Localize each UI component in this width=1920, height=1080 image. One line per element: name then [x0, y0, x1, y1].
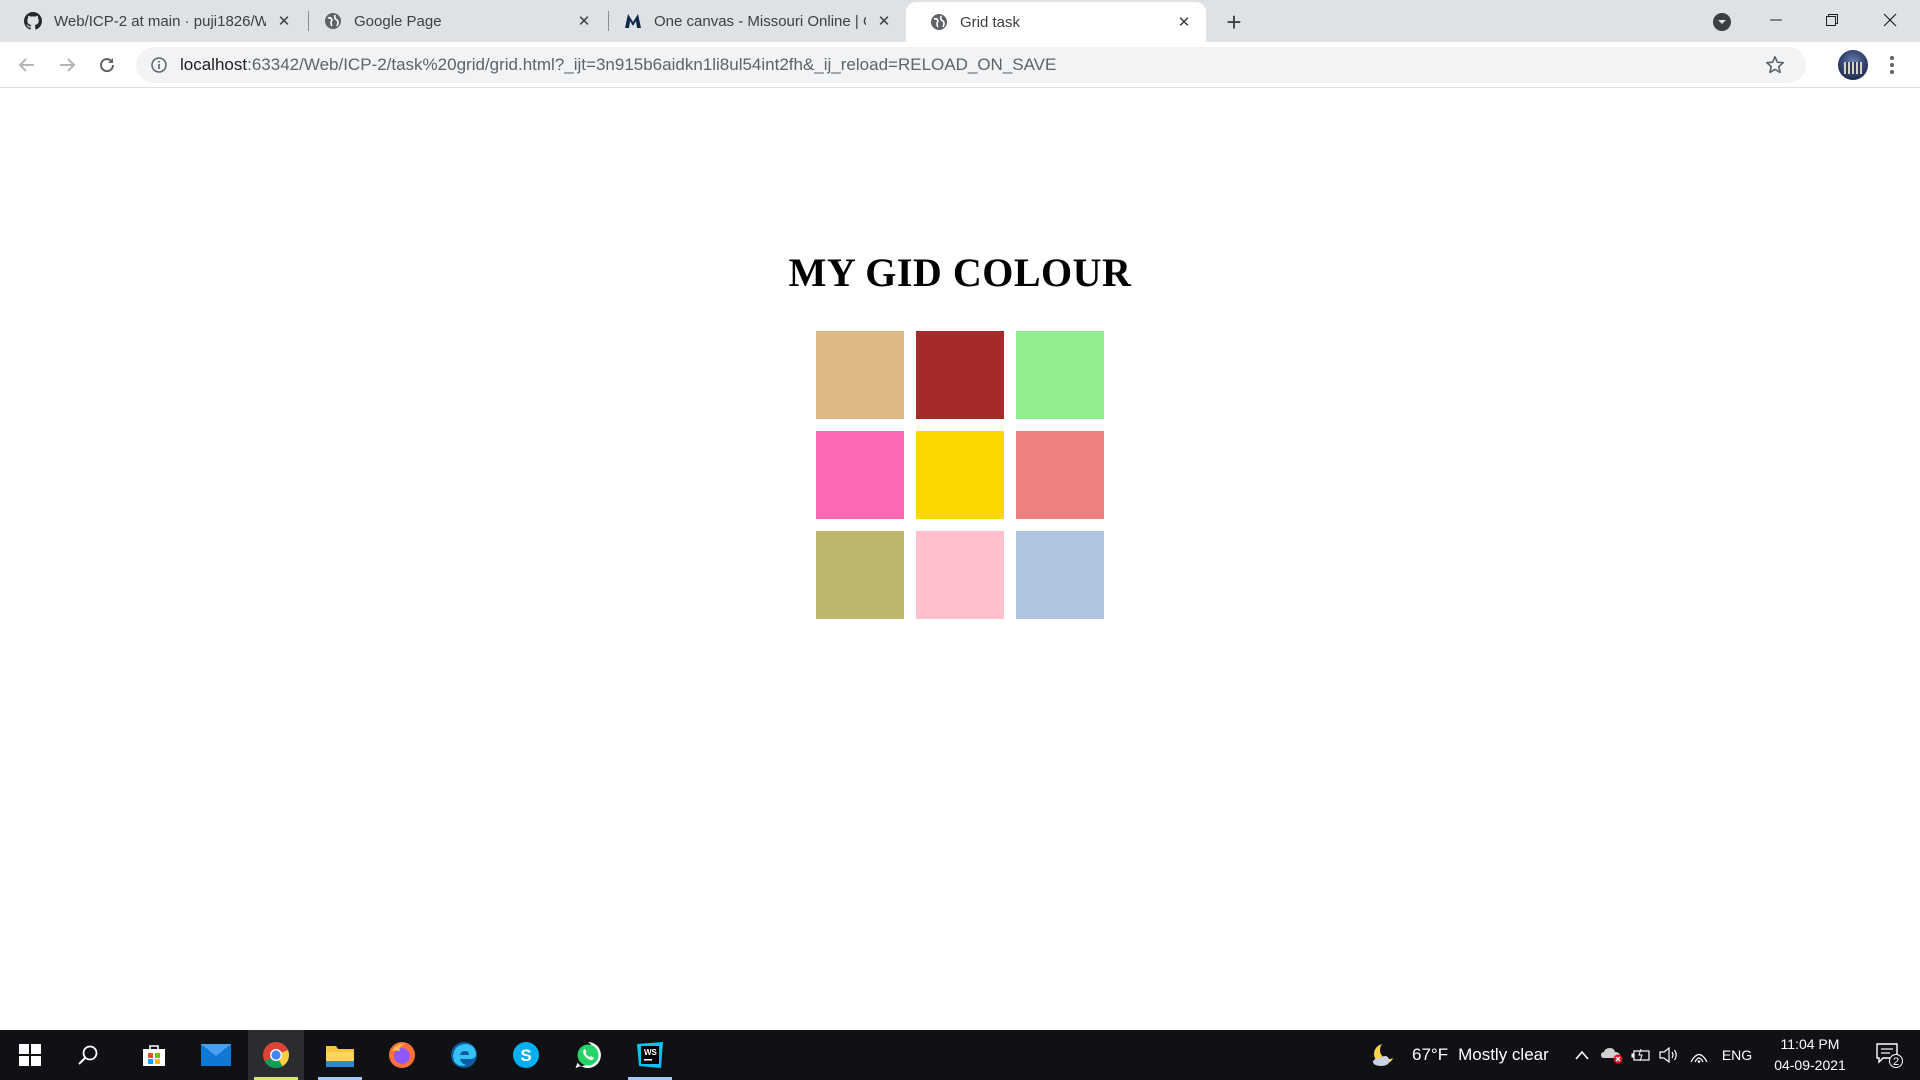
weather-condition: Mostly clear: [1458, 1045, 1549, 1064]
tab-title: Web/ICP-2 at main · puji1826/We: [54, 12, 266, 30]
wifi-icon[interactable]: [1686, 1030, 1712, 1080]
close-window-button[interactable]: [1862, 0, 1918, 40]
tab-title: One canvas - Missouri Online | O: [654, 12, 866, 30]
skype-icon[interactable]: S: [498, 1030, 554, 1080]
volume-icon[interactable]: [1656, 1030, 1682, 1080]
tab-grid-task[interactable]: Grid task ✕: [906, 2, 1206, 42]
page-heading: MY GID COLOUR: [788, 250, 1132, 295]
input-language[interactable]: ENG: [1716, 1030, 1758, 1080]
forward-button[interactable]: [52, 50, 82, 80]
github-icon: [24, 12, 42, 30]
minimize-button[interactable]: [1748, 0, 1804, 40]
svg-text:WS: WS: [644, 1048, 658, 1057]
close-icon[interactable]: ✕: [1174, 12, 1194, 32]
menu-icon[interactable]: [1880, 50, 1904, 80]
url-path: :63342/Web/ICP-2/task%20grid/grid.html?_…: [247, 55, 1057, 74]
color-grid: [816, 331, 1104, 619]
url-host: localhost: [180, 55, 248, 74]
bookmark-star-icon[interactable]: [1764, 54, 1786, 76]
grid-cell-8: [916, 531, 1004, 619]
reload-button[interactable]: [92, 50, 122, 80]
tab-github[interactable]: Web/ICP-2 at main · puji1826/We ✕: [0, 0, 306, 42]
weather-widget[interactable]: 67°F Mostly clear: [1372, 1030, 1549, 1080]
file-explorer-icon[interactable]: [312, 1030, 368, 1080]
clock-date: 04-09-2021: [1774, 1057, 1846, 1073]
svg-text:S: S: [520, 1046, 531, 1065]
battery-icon[interactable]: [1628, 1030, 1654, 1080]
grid-cell-9: [1016, 531, 1104, 619]
grid-cell-2: [916, 331, 1004, 419]
search-icon[interactable]: [60, 1030, 116, 1080]
webstorm-icon[interactable]: WS: [622, 1030, 678, 1080]
tab-google-page[interactable]: Google Page ✕: [300, 0, 606, 42]
tab-title: Grid task: [960, 13, 1021, 31]
back-button[interactable]: [12, 50, 42, 80]
grid-cell-3: [1016, 331, 1104, 419]
tab-missouri-online[interactable]: One canvas - Missouri Online | O ✕: [600, 0, 906, 42]
page-viewport: MY GID COLOUR: [0, 89, 1920, 1030]
grid-cell-5: [916, 431, 1004, 519]
globe-icon: [324, 12, 342, 30]
chrome-icon[interactable]: [248, 1030, 304, 1080]
globe-icon: [930, 13, 948, 31]
onedrive-error-icon[interactable]: [1598, 1030, 1626, 1080]
grid-cell-6: [1016, 431, 1104, 519]
grid-cell-4: [816, 431, 904, 519]
grid-cell-1: [816, 331, 904, 419]
restore-button[interactable]: [1804, 0, 1860, 40]
weather-temp: 67°F: [1412, 1045, 1449, 1064]
taskbar-clock[interactable]: 11:04 PM 04-09-2021: [1760, 1034, 1860, 1076]
browser-toolbar: localhost:63342/Web/ICP-2/task%20grid/gr…: [0, 42, 1920, 88]
missouri-m-icon: [624, 12, 642, 30]
profile-avatar[interactable]: [1838, 50, 1868, 80]
tab-search-icon[interactable]: [1710, 10, 1734, 34]
close-icon[interactable]: ✕: [874, 11, 894, 31]
notification-center-icon[interactable]: 2: [1866, 1030, 1912, 1080]
tab-strip: Web/ICP-2 at main · puji1826/We ✕ Google…: [0, 0, 1920, 42]
notification-count: 2: [1893, 1056, 1899, 1068]
grid-cell-7: [816, 531, 904, 619]
new-tab-button[interactable]: +: [1220, 7, 1248, 37]
close-icon[interactable]: ✕: [274, 11, 294, 31]
windows-start-icon[interactable]: [2, 1030, 58, 1080]
address-bar[interactable]: localhost:63342/Web/ICP-2/task%20grid/gr…: [136, 47, 1806, 83]
clock-time: 11:04 PM: [1780, 1036, 1840, 1052]
close-icon[interactable]: ✕: [574, 11, 594, 31]
tab-title: Google Page: [354, 12, 442, 30]
chevron-up-icon[interactable]: [1568, 1030, 1596, 1080]
edge-icon[interactable]: [436, 1030, 492, 1080]
whatsapp-icon[interactable]: [560, 1030, 616, 1080]
mail-icon[interactable]: [188, 1030, 244, 1080]
site-info-icon[interactable]: [150, 56, 168, 74]
moon-cloud-icon: [1372, 1041, 1398, 1068]
windows-taskbar: S WS 67°F Mostly clear ENG 11:04 PM 04-0…: [0, 1030, 1920, 1080]
url-text: localhost:63342/Web/ICP-2/task%20grid/gr…: [180, 55, 1056, 75]
microsoft-store-icon[interactable]: [126, 1030, 182, 1080]
firefox-icon[interactable]: [374, 1030, 430, 1080]
